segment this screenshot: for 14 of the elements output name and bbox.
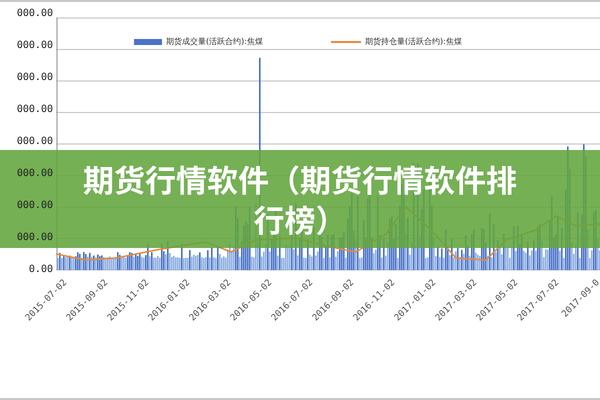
y-axis-label: 000.00 (16, 168, 53, 180)
y-axis-label: 000.00 (16, 136, 53, 148)
y-axis-label: 0.00 (28, 264, 53, 276)
legend-label: 期货持仓量(活跃合约):焦煤 (364, 36, 462, 47)
banner-title: 期货行情软件（期货行情软件排行榜） (82, 159, 518, 239)
legend-bar-swatch (134, 38, 162, 44)
legend-line-swatch (330, 40, 361, 44)
y-axis-label: 000.00 (16, 72, 53, 84)
y-axis-label: 000.00 (16, 40, 53, 52)
y-axis-label: 000.00 (16, 232, 53, 244)
y-axis-label: 000.00 (16, 200, 53, 212)
legend-label: 期货成交量(活跃合约):焦煤 (166, 36, 263, 47)
y-axis-label: 000.00 (16, 104, 53, 116)
y-axis-label: 000.00 (16, 8, 53, 20)
